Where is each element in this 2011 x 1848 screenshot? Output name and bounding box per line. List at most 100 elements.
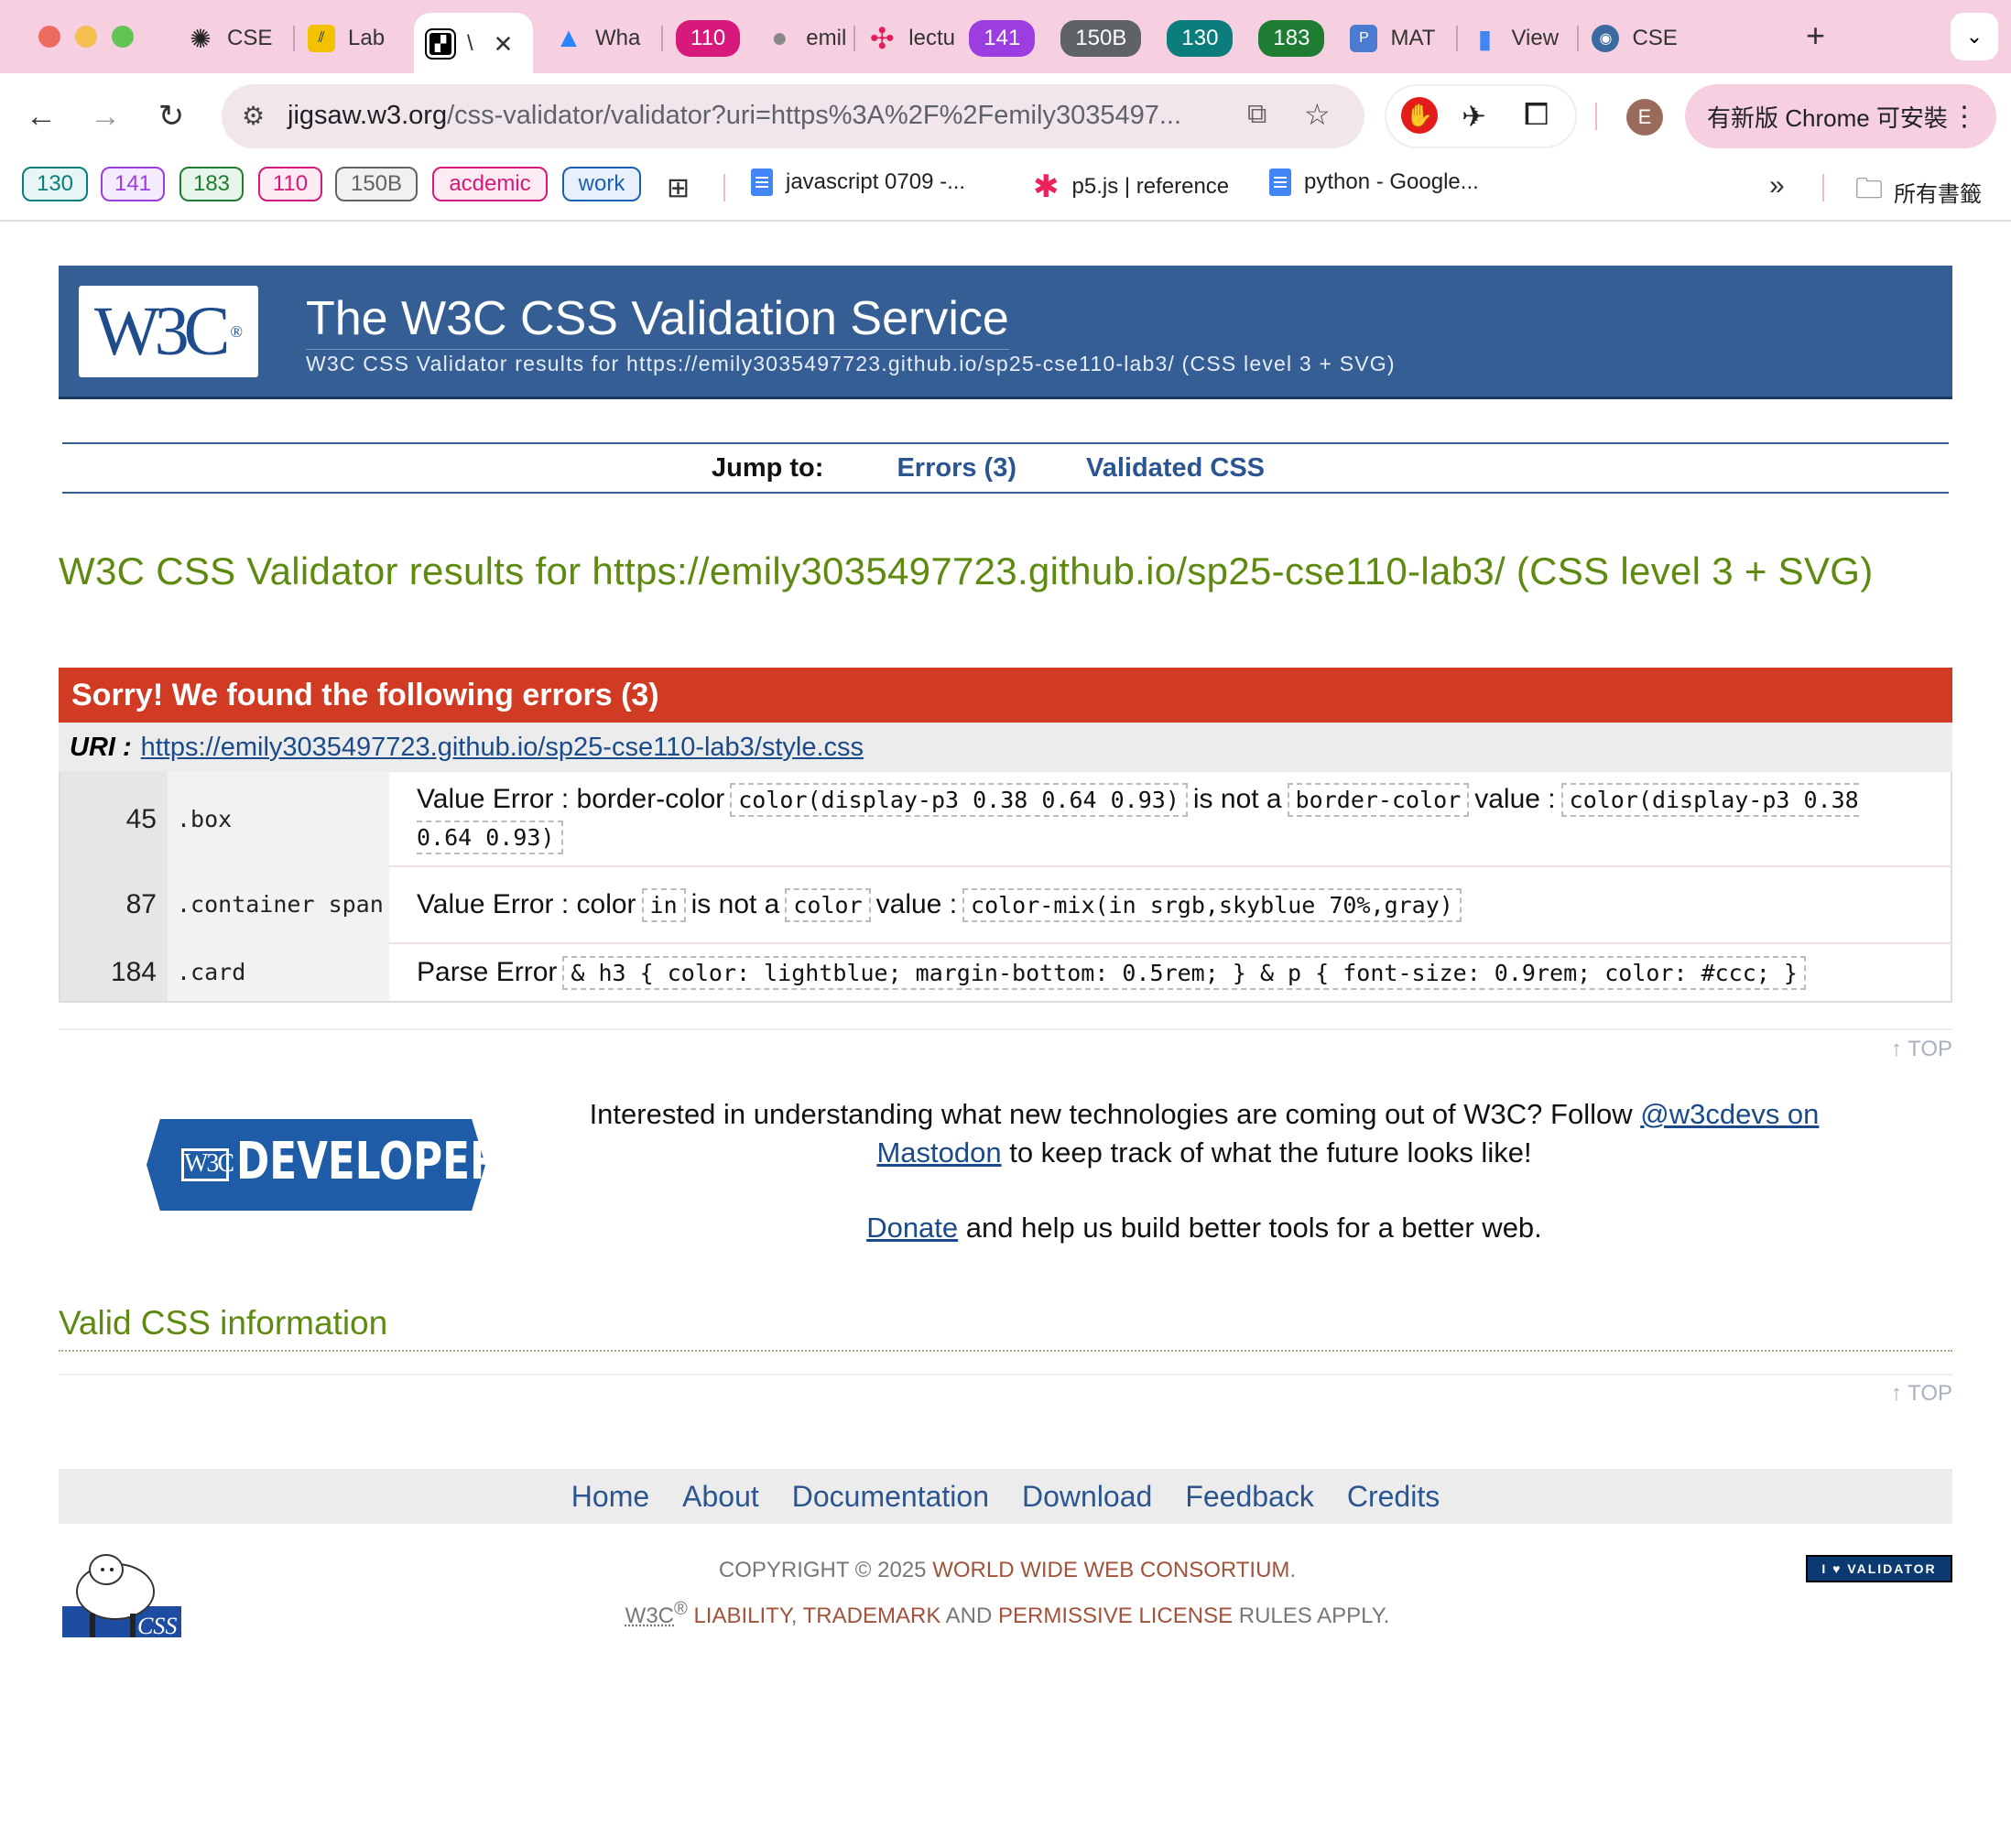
footer-link-documentation[interactable]: Documentation (792, 1480, 989, 1514)
tab-group-label: 110 (676, 20, 741, 57)
uri-link[interactable]: https://emily3035497723.github.io/sp25-c… (141, 733, 864, 763)
bookmark-group-183[interactable]: 183 (179, 167, 244, 201)
lab-icon: ⫽ (308, 25, 335, 52)
bookmark-group-acdemic[interactable]: acdemic (432, 167, 548, 201)
tab-lab[interactable]: ⫽ Lab (295, 13, 414, 64)
tab-group-label: 150B (1060, 20, 1142, 57)
developers-logo-mark: W3C (181, 1148, 234, 1181)
github-icon: ● (771, 23, 788, 53)
new-tab-icon[interactable]: + (1806, 16, 1825, 55)
tab-github[interactable]: ● emil (753, 13, 853, 64)
browser-titlebar: ✺ CSE ⫽ Lab ▞ \ ✕ ▲ Wha 110 ● emil ✣ lectu 141 … (0, 0, 2011, 75)
bookmark-group-150b[interactable]: 150B (335, 167, 418, 201)
bookmark-divider (1822, 174, 1824, 201)
error-code: color (785, 887, 871, 922)
back-to-top-link[interactable]: ↑ TOP (1891, 1381, 1952, 1407)
tab-slack[interactable]: ✣ lectu (855, 13, 956, 64)
bookmark-p5js[interactable]: ✱ p5.js | reference (1033, 168, 1229, 205)
bookmark-group-110[interactable]: 110 (258, 167, 322, 201)
page-title[interactable]: The W3C CSS Validation Service (306, 291, 1009, 350)
browser-toolbar: ← → ↻ ⚙ jigsaw.w3.org/css-validator/vali… (0, 73, 2011, 159)
bookmark-label: p5.js | reference (1071, 174, 1230, 199)
all-bookmarks-folder[interactable]: 🗀 所有書籤 (1855, 168, 1982, 215)
error-message: Parse Error & h3 { color: lightblue; marg… (389, 943, 1951, 1002)
donate-link[interactable]: Donate (866, 1212, 958, 1244)
error-row: 184 .card Parse Error & h3 { color: light… (60, 943, 1951, 1002)
maximize-window-button[interactable] (112, 26, 134, 48)
tab-group-130[interactable]: 130 (1154, 13, 1245, 64)
forward-arrow-icon[interactable]: → (82, 93, 128, 139)
footer-link-home[interactable]: Home (571, 1480, 649, 1514)
url-text: jigsaw.w3.org/css-validator/validator?ur… (288, 101, 1181, 131)
bookmark-star-icon[interactable]: ☆ (1304, 97, 1331, 132)
bookmark-group-141[interactable]: 141 (101, 167, 165, 201)
address-bar[interactable]: ⚙ jigsaw.w3.org/css-validator/validator?… (222, 84, 1364, 148)
back-to-top-link[interactable]: ↑ TOP (1891, 1037, 1952, 1062)
bookmark-group-work[interactable]: work (562, 167, 641, 201)
page-content: W3C ® The W3C CSS Validation Service W3C … (0, 222, 2011, 1848)
site-info-icon[interactable]: ⚙ (242, 101, 265, 131)
profile-avatar[interactable]: E (1626, 99, 1663, 136)
adblock-icon[interactable]: ✋ (1401, 97, 1438, 134)
consortium-link[interactable]: WORLD WIDE WEB CONSORTIUM (932, 1558, 1289, 1582)
p-icon: P (1350, 25, 1378, 52)
tab-atlassian[interactable]: ▲ Wha (542, 13, 661, 64)
update-label: 有新版 Chrome 可安裝 (1707, 103, 1948, 132)
errors-table: 45 .box Value Error : border-color color(… (59, 772, 1952, 1003)
footer-link-credits[interactable]: Credits (1347, 1480, 1440, 1514)
tab-group-141[interactable]: 141 (956, 13, 1048, 64)
translate-icon[interactable]: ⧉ (1247, 99, 1266, 130)
error-message: Value Error : border-color color(display-… (389, 772, 1951, 867)
extension-icon[interactable]: ✈ (1462, 99, 1486, 134)
i-love-validator-badge[interactable]: I ♥ VALIDATOR (1806, 1555, 1952, 1582)
tab-group-150b[interactable]: 150B (1048, 13, 1154, 64)
tab-validator-active[interactable]: ▞ \ ✕ (414, 13, 533, 75)
tab-group-110[interactable]: 110 (663, 13, 753, 64)
bookmark-group-130[interactable]: 130 (22, 167, 88, 201)
jump-errors-link[interactable]: Errors (3) (897, 453, 1016, 484)
bookmarks-bar: 130 141 183 110 150B acdemic work ⊞ java… (0, 159, 2011, 222)
tab-search-chevron-icon[interactable]: ⌄ (1951, 13, 1998, 60)
validator-icon: ▞ (425, 28, 456, 60)
chrome-update-button[interactable]: 有新版 Chrome 可安裝 ⋮ (1685, 84, 1996, 148)
url-host: jigsaw.w3.org (288, 101, 448, 130)
w3c-developers-logo[interactable]: W3C DEVELOPERS (147, 1119, 529, 1211)
tab-cse[interactable]: ✺ CSE (174, 13, 293, 64)
w3c-abbr: W3C (625, 1603, 675, 1628)
puzzle-icon[interactable]: ⧠ (1524, 97, 1549, 133)
error-context: .box (168, 772, 389, 866)
close-window-button[interactable] (38, 26, 60, 48)
w3c-logo[interactable]: W3C ® (79, 286, 258, 377)
more-bookmarks-icon[interactable]: » (1769, 170, 1785, 201)
error-text: value : (875, 888, 958, 919)
error-message: Value Error : color in is not a color value … (389, 866, 1951, 944)
footer-link-download[interactable]: Download (1022, 1480, 1152, 1514)
error-code: border-color (1287, 783, 1470, 817)
error-row: 87 .container span Value Error : color in… (60, 866, 1951, 944)
css-sheep-logo[interactable]: CSS (62, 1551, 187, 1643)
back-arrow-icon[interactable]: ← (18, 93, 64, 139)
bookmark-python[interactable]: python - Google... (1269, 168, 1479, 196)
jump-validated-css-link[interactable]: Validated CSS (1086, 453, 1265, 484)
tab-mat[interactable]: P MAT (1337, 13, 1456, 64)
footer-link-about[interactable]: About (682, 1480, 759, 1514)
kebab-menu-icon[interactable]: ⋮ (1951, 101, 1978, 133)
tab-group-183[interactable]: 183 (1245, 13, 1337, 64)
promo-text: to keep track of what the future looks l… (1009, 1136, 1532, 1169)
minimize-window-button[interactable] (75, 26, 97, 48)
error-code: in (641, 887, 686, 922)
tab-cse-2[interactable]: ◉ CSE (1579, 13, 1698, 64)
tab-view[interactable]: ▮ View (1458, 13, 1577, 64)
trademark-link[interactable]: TRADEMARK (803, 1603, 941, 1628)
liability-link[interactable]: LIABILITY (693, 1603, 790, 1628)
apps-grid-icon[interactable]: ⊞ (667, 172, 690, 204)
close-tab-icon[interactable]: ✕ (494, 30, 514, 59)
bookmark-divider (723, 174, 725, 201)
tab-label: Wha (595, 26, 641, 50)
reload-icon[interactable]: ↻ (148, 93, 194, 139)
registered-mark: ® (674, 1599, 688, 1619)
license-link[interactable]: PERMISSIVE LICENSE (998, 1603, 1233, 1628)
bookmark-javascript[interactable]: javascript 0709 -... (751, 168, 965, 196)
footer-link-feedback[interactable]: Feedback (1185, 1480, 1314, 1514)
extensions-group: ✋ ✈ ⧠ (1385, 84, 1577, 148)
